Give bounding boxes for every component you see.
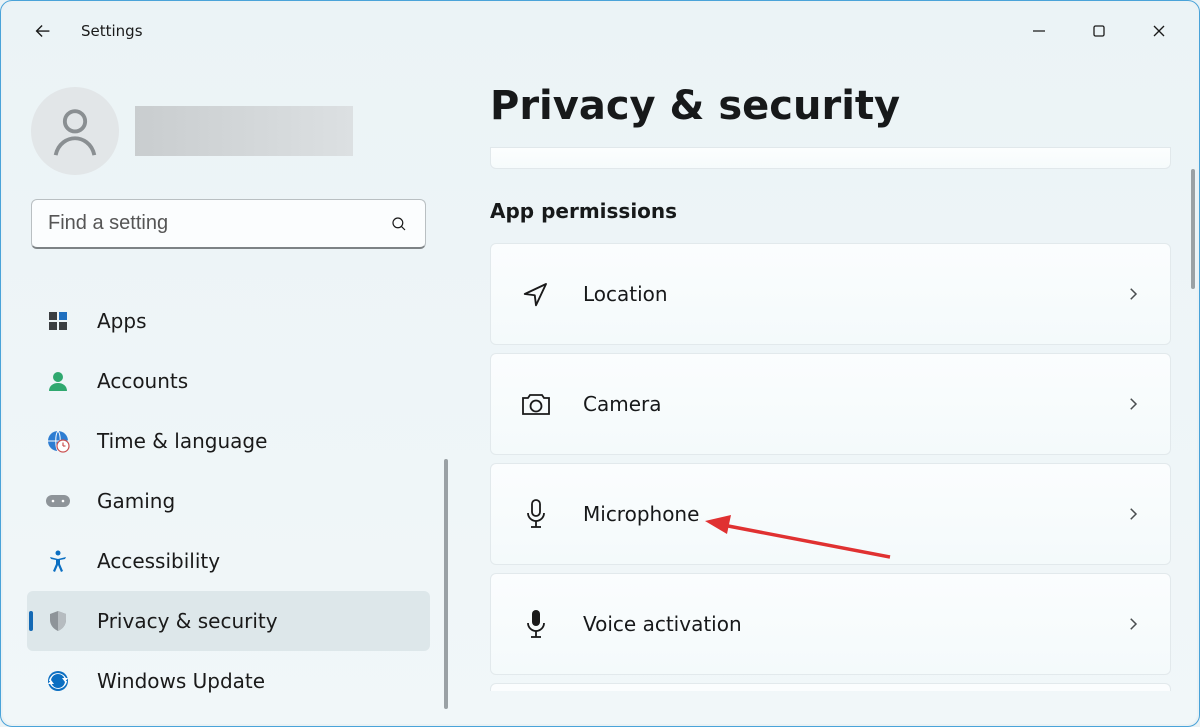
section-header: App permissions xyxy=(490,199,1171,223)
sidebar-item-label: Time & language xyxy=(97,429,267,453)
main-pane: Privacy & security App permissions Locat… xyxy=(448,59,1197,724)
voice-activation-icon xyxy=(519,607,553,641)
permission-label: Location xyxy=(583,282,668,306)
sidebar-item-label: Apps xyxy=(97,309,147,333)
location-icon xyxy=(519,277,553,311)
titlebar: Settings xyxy=(3,3,1197,59)
sidebar-item-accounts[interactable]: Accounts xyxy=(27,351,430,411)
sidebar-item-gaming[interactable]: Gaming xyxy=(27,471,430,531)
window-controls xyxy=(1009,9,1189,53)
sidebar-item-time-language[interactable]: Time & language xyxy=(27,411,430,471)
minimize-icon xyxy=(1032,24,1046,38)
avatar xyxy=(31,87,119,175)
sidebar-item-apps[interactable]: Apps xyxy=(27,291,430,351)
main-scrollbar[interactable] xyxy=(1191,169,1195,289)
sidebar-item-label: Accessibility xyxy=(97,549,220,573)
search-icon xyxy=(389,214,409,234)
partial-card-top[interactable] xyxy=(490,147,1171,169)
permission-label: Camera xyxy=(583,392,662,416)
arrow-left-icon xyxy=(32,20,54,42)
sidebar-item-label: Privacy & security xyxy=(97,609,278,633)
sidebar: Apps Accounts Time & language xyxy=(3,59,448,724)
gaming-icon xyxy=(45,488,71,514)
user-row[interactable] xyxy=(3,77,448,199)
maximize-button[interactable] xyxy=(1069,9,1129,53)
accounts-icon xyxy=(45,368,71,394)
permission-label: Microphone xyxy=(583,502,699,526)
maximize-icon xyxy=(1092,24,1106,38)
minimize-button[interactable] xyxy=(1009,9,1069,53)
person-icon xyxy=(46,102,104,160)
permission-voice-activation[interactable]: Voice activation xyxy=(490,573,1171,675)
chevron-right-icon xyxy=(1124,615,1142,633)
shield-icon xyxy=(45,608,71,634)
user-name-redacted xyxy=(135,106,353,156)
close-button[interactable] xyxy=(1129,9,1189,53)
sidebar-item-label: Accounts xyxy=(97,369,188,393)
close-icon xyxy=(1152,24,1166,38)
chevron-right-icon xyxy=(1124,285,1142,303)
permission-location[interactable]: Location xyxy=(490,243,1171,345)
microphone-icon xyxy=(519,497,553,531)
chevron-right-icon xyxy=(1124,505,1142,523)
sidebar-item-privacy-security[interactable]: Privacy & security xyxy=(27,591,430,651)
sidebar-item-label: Windows Update xyxy=(97,669,265,693)
accessibility-icon xyxy=(45,548,71,574)
sidebar-item-windows-update[interactable]: Windows Update xyxy=(27,651,430,711)
page-title: Privacy & security xyxy=(490,83,1171,129)
windows-update-icon xyxy=(45,668,71,694)
permission-label: Voice activation xyxy=(583,612,742,636)
search-box[interactable] xyxy=(31,199,426,249)
permission-microphone[interactable]: Microphone xyxy=(490,463,1171,565)
time-language-icon xyxy=(45,428,71,454)
app-title: Settings xyxy=(81,22,143,40)
camera-icon xyxy=(519,387,553,421)
search-input[interactable] xyxy=(48,212,389,235)
sidebar-nav: Apps Accounts Time & language xyxy=(3,291,448,711)
chevron-right-icon xyxy=(1124,395,1142,413)
sidebar-item-label: Gaming xyxy=(97,489,175,513)
sidebar-item-accessibility[interactable]: Accessibility xyxy=(27,531,430,591)
apps-icon xyxy=(45,308,71,334)
partial-card-bottom[interactable] xyxy=(490,683,1171,691)
permission-camera[interactable]: Camera xyxy=(490,353,1171,455)
back-button[interactable] xyxy=(23,11,63,51)
